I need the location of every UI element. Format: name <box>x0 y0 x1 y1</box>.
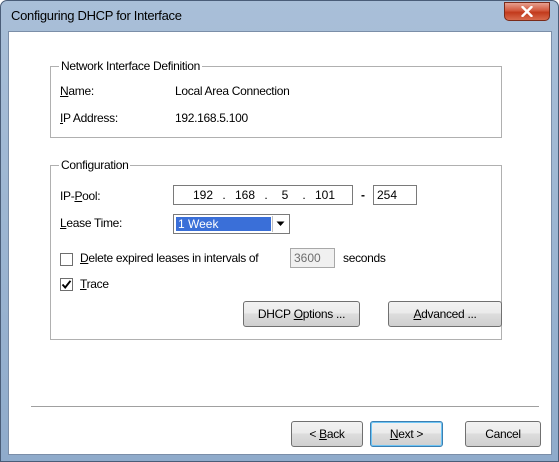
ip-dot: . <box>302 188 306 202</box>
trace-checkbox[interactable] <box>60 278 73 291</box>
lease-time-label: Lease Time: <box>60 216 123 230</box>
ip-dot: . <box>264 188 268 202</box>
lease-time-select[interactable]: 1 Week <box>173 214 290 234</box>
advanced-button[interactable]: Advanced ... <box>388 301 502 327</box>
name-value: Local Area Connection <box>175 84 290 98</box>
back-button[interactable]: < Back <box>291 421 363 447</box>
footer-separator <box>31 406 539 408</box>
dhcp-options-button[interactable]: DHCP Options ... <box>243 301 360 327</box>
checkmark-icon <box>61 280 72 289</box>
trace-label[interactable]: Trace <box>80 277 109 291</box>
ip-octet-3[interactable]: 5 <box>270 188 300 202</box>
next-button[interactable]: Next > <box>370 421 443 447</box>
close-button[interactable] <box>504 2 550 21</box>
ip-pool-end-input[interactable]: 254 <box>373 185 417 205</box>
group-title-interface: Network Interface Definition <box>59 59 202 73</box>
delete-expired-label[interactable]: Delete expired leases in intervals of <box>80 251 259 265</box>
ip-pool-start-input[interactable]: 192 . 168 . 5 . 101 <box>173 185 353 205</box>
ip-pool-label: IP-Pool: <box>60 189 101 203</box>
close-icon <box>521 6 533 17</box>
group-title-configuration: Configuration <box>59 158 131 172</box>
lease-time-value: 1 Week <box>176 217 271 231</box>
cancel-button[interactable]: Cancel <box>465 421 541 447</box>
dialog-client-area: Network Interface Definition Name: Local… <box>8 31 552 455</box>
delete-expired-checkbox[interactable] <box>60 253 73 266</box>
window-title: Configuring DHCP for Interface <box>11 8 182 23</box>
interval-input[interactable]: 3600 <box>290 248 335 268</box>
ip-octet-2[interactable]: 168 <box>228 188 262 202</box>
ip-dot: . <box>222 188 226 202</box>
chevron-down-icon[interactable] <box>272 216 288 232</box>
ip-address-value: 192.168.5.100 <box>175 111 248 125</box>
title-bar[interactable]: Configuring DHCP for Interface <box>1 1 558 31</box>
ip-octet-4[interactable]: 101 <box>308 188 342 202</box>
interval-unit: seconds <box>343 251 386 265</box>
ip-octet-1[interactable]: 192 <box>186 188 220 202</box>
name-label: Name: <box>60 84 94 98</box>
ip-address-label: IP Address: <box>60 111 118 125</box>
ip-pool-dash: - <box>361 188 365 202</box>
interface-definition-group: Network Interface Definition <box>50 59 502 138</box>
dialog-window: Configuring DHCP for Interface Network I… <box>0 0 559 462</box>
